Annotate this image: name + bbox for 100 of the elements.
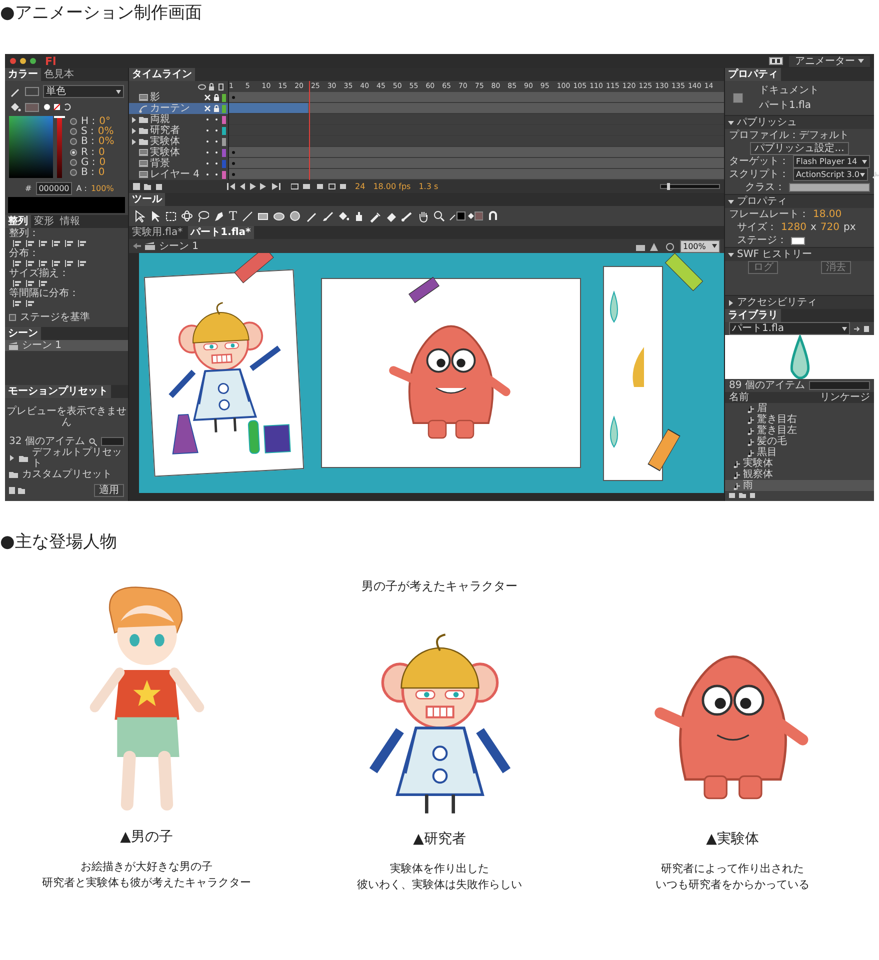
unlocked-dot-icon[interactable] [213, 127, 220, 134]
library-actions-icon[interactable] [854, 324, 870, 332]
layer-color-swatch[interactable] [222, 170, 226, 178]
radio-button[interactable] [70, 158, 77, 166]
library-item[interactable]: 眉 [725, 403, 874, 414]
disclosure-triangle-icon[interactable] [728, 252, 734, 258]
document-tab[interactable]: 実験用.fla* [129, 226, 186, 239]
radio-button[interactable] [70, 138, 77, 146]
zoom-slider[interactable] [660, 184, 720, 189]
color-picker-gradient[interactable] [9, 116, 53, 178]
edit-symbols-icons[interactable] [636, 242, 676, 250]
align-icon[interactable] [13, 240, 22, 247]
playback-controls-icon[interactable] [227, 183, 283, 190]
disclosure-triangle-icon[interactable] [728, 120, 734, 126]
visible-dot-icon[interactable] [204, 116, 211, 123]
library-item[interactable]: 髪の毛 [725, 436, 874, 447]
subselection-tool-icon[interactable] [149, 210, 161, 222]
layer-row[interactable]: 背景 [129, 158, 228, 169]
library-item[interactable]: 実験体 [725, 458, 874, 469]
section-header[interactable]: プロパティ [725, 194, 874, 208]
pencil-icon[interactable] [9, 86, 21, 96]
eyedropper-tool-icon[interactable] [369, 210, 382, 222]
visible-dot-icon[interactable] [204, 149, 211, 156]
library-item[interactable]: 観察体 [725, 469, 874, 480]
visible-dot-icon[interactable] [204, 171, 211, 178]
align-icon[interactable] [26, 300, 35, 307]
workspace-dropdown[interactable]: アニメーター [789, 56, 870, 66]
hidden-icon[interactable] [204, 105, 211, 112]
layer-row[interactable]: カーテン [129, 103, 228, 114]
panel-tab[interactable]: シーン [5, 327, 41, 340]
frame-rate-value[interactable]: 18.00 [813, 209, 842, 220]
section-header[interactable]: アクセシビリティ [725, 295, 874, 309]
fill-color-swatch[interactable] [25, 102, 39, 112]
stage-color-swatch[interactable] [791, 236, 805, 244]
library-item[interactable]: 黒目 [725, 447, 874, 458]
paint-bucket-tool-icon[interactable] [337, 210, 350, 222]
radio-button[interactable] [70, 148, 77, 156]
preset-folder[interactable]: デフォルトプリセット [5, 447, 128, 469]
visible-dot-icon[interactable] [204, 127, 211, 134]
target-dropdown[interactable]: Flash Player 14 [793, 155, 870, 168]
paint-bucket-icon[interactable] [9, 102, 21, 112]
layer-color-swatch[interactable] [222, 126, 226, 134]
panel-tab[interactable]: ライブラリ [725, 309, 781, 322]
field-value[interactable]: 0 [98, 146, 105, 158]
layer-color-swatch[interactable] [222, 94, 226, 102]
field-value[interactable]: 0% [98, 126, 114, 137]
align-icon[interactable] [52, 260, 61, 267]
class-field[interactable] [789, 183, 870, 192]
wrench-icon[interactable] [872, 170, 879, 178]
pen-tool-icon[interactable] [213, 210, 225, 222]
section-header[interactable]: パブリッシュ [725, 115, 874, 129]
align-icon[interactable] [78, 260, 87, 267]
3d-rotation-tool-icon[interactable] [181, 210, 193, 222]
height-value[interactable]: 720 [820, 222, 840, 233]
align-icon[interactable] [26, 240, 35, 247]
zoom-dropdown[interactable]: 100% [680, 240, 720, 252]
field-value[interactable]: 0 [98, 167, 105, 178]
preset-folder[interactable]: カスタムプリセット [5, 469, 128, 480]
unlocked-dot-icon[interactable] [213, 116, 220, 123]
panel-tab[interactable]: ツール [129, 193, 165, 206]
disclosure-triangle-icon[interactable] [728, 300, 734, 306]
layer-row[interactable]: 両親 [129, 114, 228, 125]
onion-skin-icons[interactable] [291, 183, 347, 190]
stroke-fill-color-icon[interactable] [449, 211, 484, 221]
align-icon[interactable] [26, 260, 35, 267]
unlocked-dot-icon[interactable] [213, 171, 220, 178]
lasso-tool-icon[interactable] [197, 210, 209, 222]
align-icon[interactable] [26, 280, 35, 287]
library-document-dropdown[interactable]: パート1.fla [729, 322, 850, 335]
layer-row[interactable]: 影 [129, 92, 228, 103]
panel-tab[interactable]: プロパティ [725, 68, 781, 81]
disclosure-triangle-icon[interactable] [728, 198, 734, 204]
back-arrow-icon[interactable] [133, 243, 141, 249]
hidden-icon[interactable] [204, 94, 211, 101]
scene-item[interactable]: シーン 1 [5, 340, 128, 351]
align-icon[interactable] [78, 240, 87, 247]
disclosure-triangle-icon[interactable] [131, 138, 137, 144]
window-controls-icon[interactable] [9, 57, 39, 65]
disclosure-triangle-icon[interactable] [9, 455, 15, 461]
unlocked-dot-icon[interactable] [213, 138, 220, 145]
align-icon[interactable] [13, 260, 22, 267]
visible-dot-icon[interactable] [204, 160, 211, 167]
lock-icon[interactable] [213, 105, 220, 112]
library-item[interactable]: 驚き目右 [725, 414, 874, 425]
align-icon[interactable] [39, 260, 48, 267]
line-tool-icon[interactable] [241, 210, 254, 222]
field-value[interactable]: 0 [99, 156, 106, 168]
search-field[interactable] [808, 381, 870, 390]
hue-slider[interactable] [57, 116, 62, 178]
align-icon[interactable] [39, 240, 48, 247]
brush-tool-icon[interactable] [321, 210, 334, 222]
radio-button[interactable] [70, 169, 77, 176]
stroke-color-swatch[interactable] [25, 87, 39, 96]
radio-button[interactable] [70, 118, 77, 125]
align-icon[interactable] [39, 280, 48, 287]
panel-tab[interactable]: 整列 [5, 215, 31, 228]
layer-actions-icon[interactable] [133, 183, 163, 190]
panel-tab[interactable]: モーションプリセット [5, 385, 111, 398]
panel-tab[interactable]: 色見本 [41, 68, 77, 81]
free-transform-tool-icon[interactable] [165, 210, 177, 222]
